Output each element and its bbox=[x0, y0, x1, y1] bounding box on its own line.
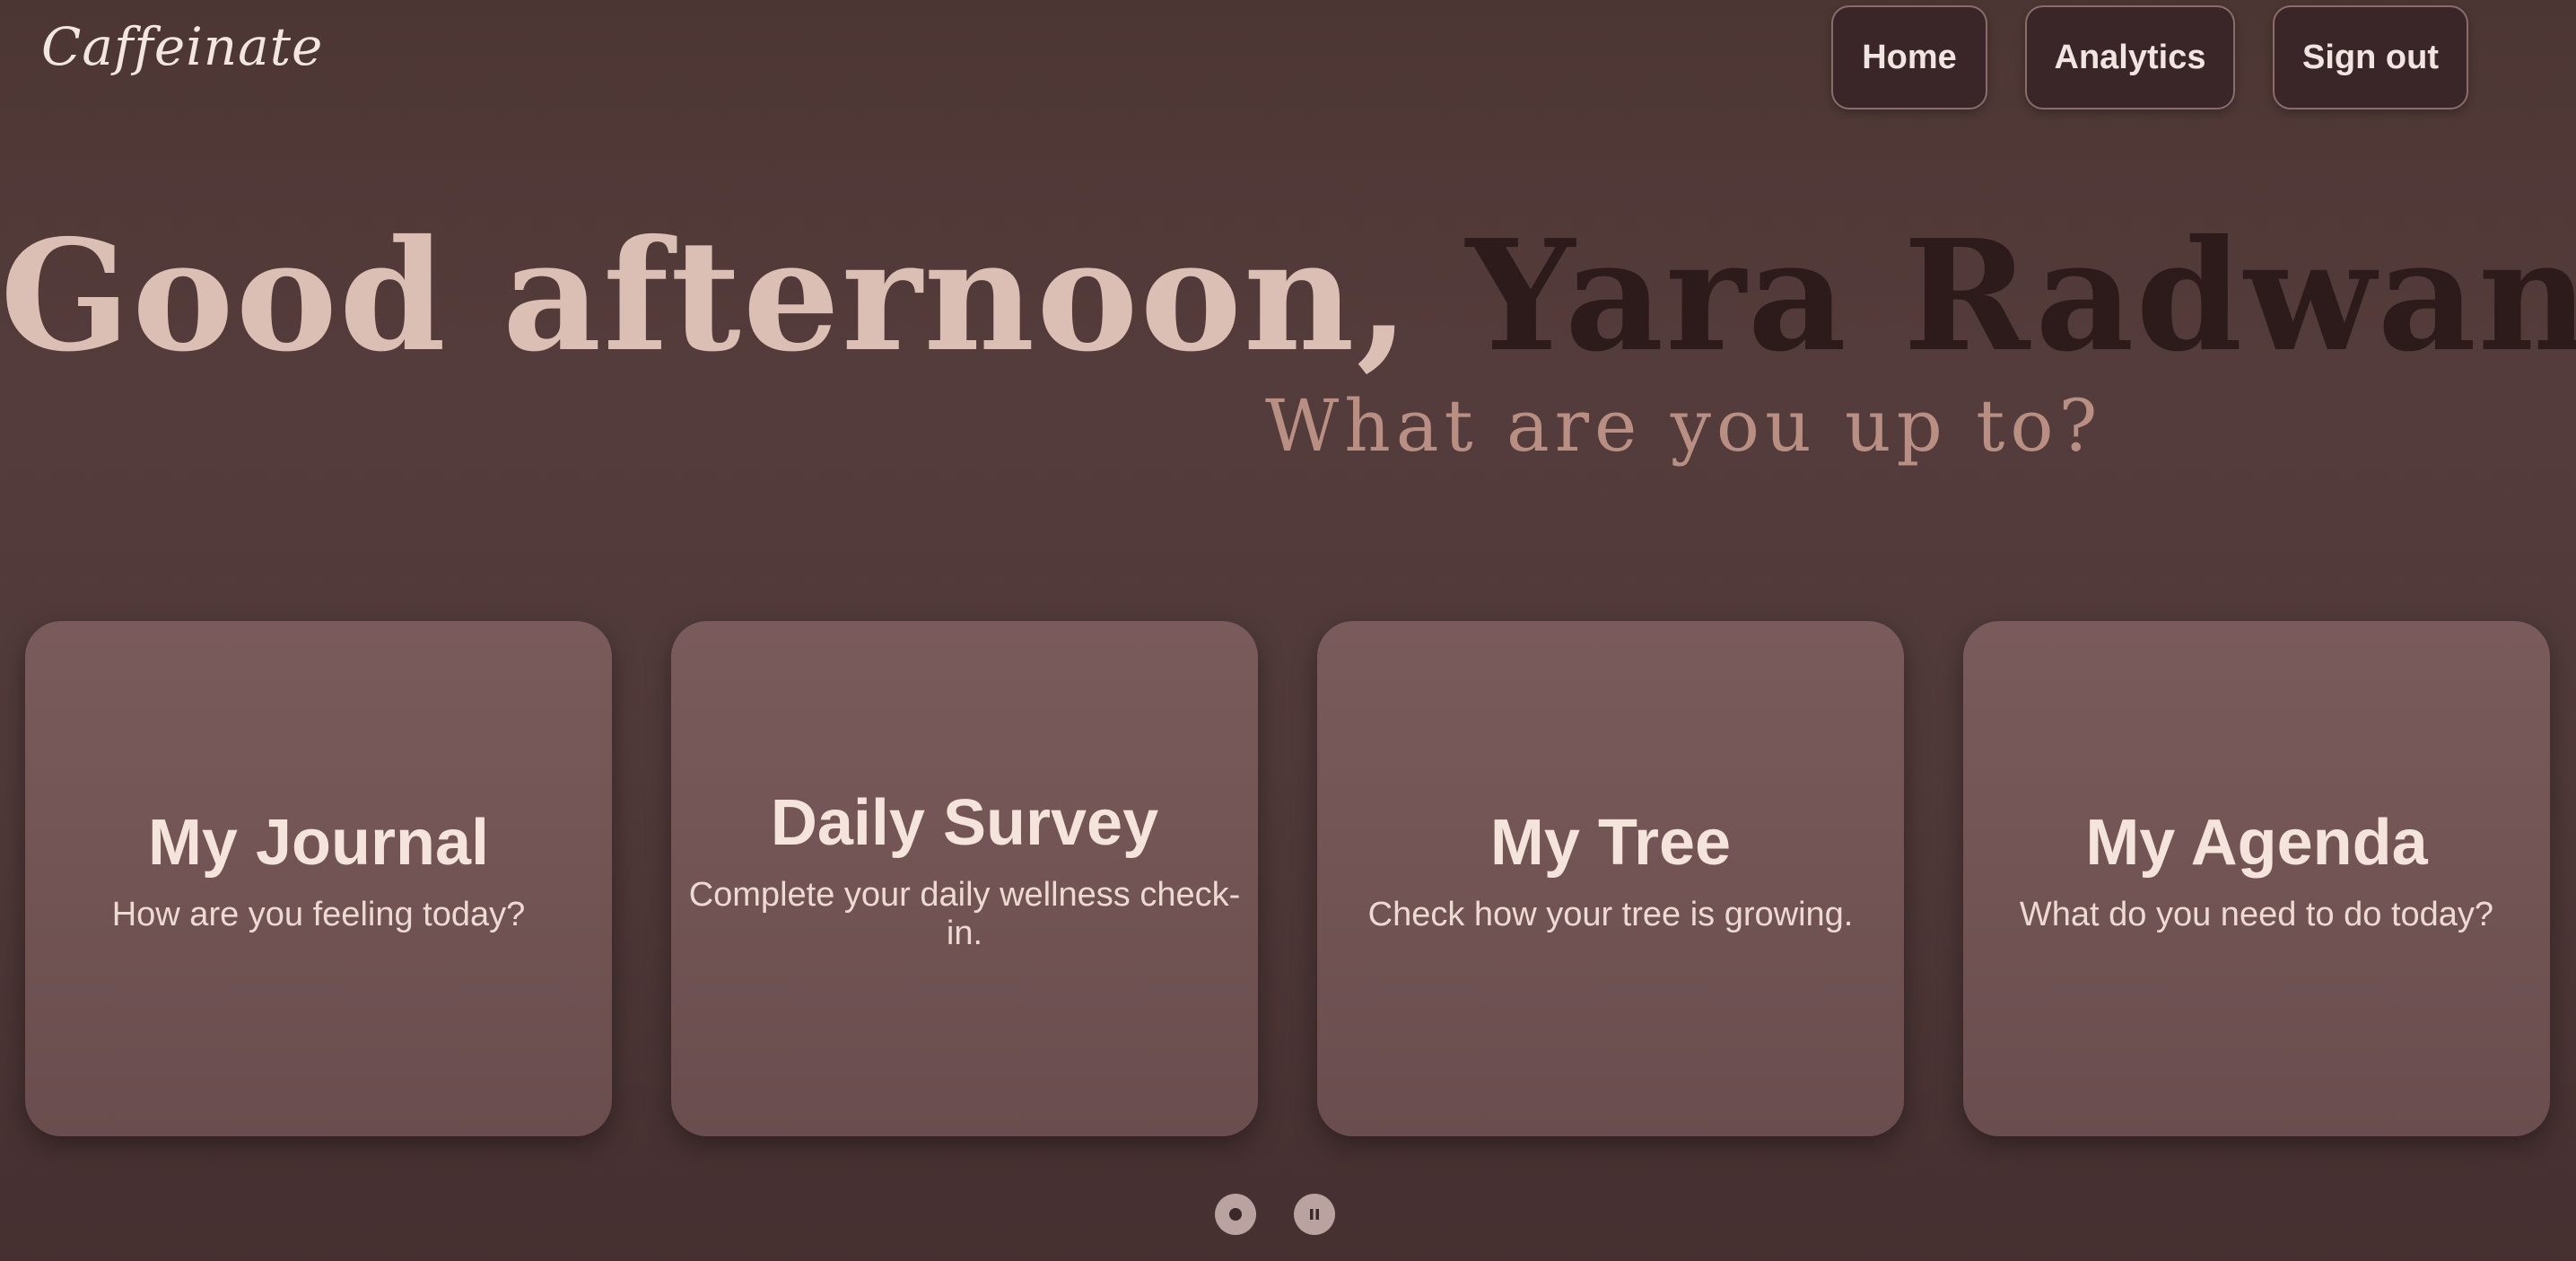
card-description: Check how your tree is growing. bbox=[1367, 895, 1854, 933]
card-title: Daily Survey bbox=[770, 787, 1159, 859]
card-title: My Tree bbox=[1489, 806, 1732, 879]
card-description: How are you feeling today? bbox=[111, 895, 526, 933]
sign-out-button[interactable]: Sign out bbox=[2273, 5, 2468, 109]
card-title: My Agenda bbox=[2085, 806, 2428, 879]
carousel-controls bbox=[1215, 1194, 1335, 1235]
page-subtitle: What are you up to? bbox=[1265, 384, 2103, 468]
carousel-dot-icon[interactable] bbox=[1215, 1194, 1256, 1235]
feature-cards: My Journal How are you feeling today? Da… bbox=[25, 621, 2550, 1136]
card-description: Complete your daily wellness check-in. bbox=[688, 876, 1241, 952]
card-my-agenda[interactable]: My Agenda What do you need to do today? bbox=[1963, 621, 2550, 1136]
card-daily-survey[interactable]: Daily Survey Complete your daily wellnes… bbox=[671, 621, 1258, 1136]
greeting-heading: Good afternoon, Yara Radwan bbox=[0, 206, 2576, 386]
pause-icon[interactable] bbox=[1294, 1194, 1335, 1235]
home-button[interactable]: Home bbox=[1831, 5, 1987, 109]
card-my-journal[interactable]: My Journal How are you feeling today? bbox=[25, 621, 612, 1136]
card-description: What do you need to do today? bbox=[2019, 895, 2494, 933]
greeting-text: Good afternoon, bbox=[0, 206, 1411, 386]
card-my-tree[interactable]: My Tree Check how your tree is growing. bbox=[1317, 621, 1904, 1136]
app-logo[interactable]: Caffeinate bbox=[41, 16, 323, 77]
user-name: Yara Radwan bbox=[1465, 206, 2576, 386]
analytics-button[interactable]: Analytics bbox=[2025, 5, 2235, 109]
card-title: My Journal bbox=[147, 806, 490, 879]
top-nav: Home Analytics Sign out bbox=[1831, 5, 2468, 109]
